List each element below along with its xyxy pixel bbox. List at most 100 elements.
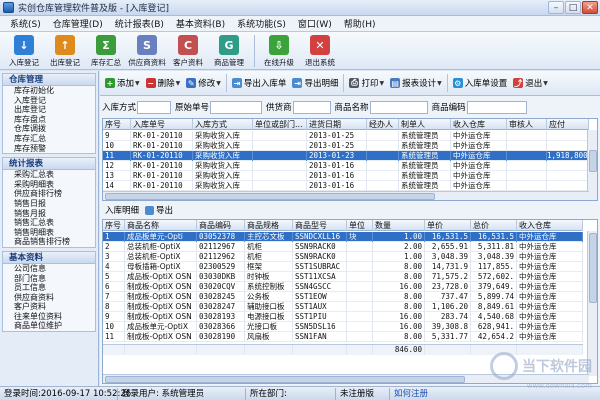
- sidebar-section-header[interactable]: 统计报表: [3, 158, 95, 171]
- action-export-receipt-button[interactable]: ⇥ 导出入库单: [229, 72, 290, 94]
- table-row[interactable]: 1 成品板单元-Opti 03052378 主控芯文板 SSNDCXLL16 块 1.00 1…: [103, 232, 583, 242]
- table-row[interactable]: 5 成品板-OptiX OSN 03030DKB 时钟板 SST11XCSA 8.00 71…: [103, 272, 583, 282]
- maximize-button[interactable]: □: [565, 1, 581, 14]
- column-header[interactable]: 数量: [373, 220, 425, 231]
- table-row[interactable]: 10 RK-01-20110 采购收货入库 2013-01-25 系统管理员 中外运仓库: [103, 141, 589, 151]
- sidebar-item[interactable]: 供应商排行榜: [3, 189, 95, 199]
- table-row[interactable]: 3 总装机柜-OptiX 02112962 机柜 SSN9RACK0 1.00 3,048.…: [103, 252, 583, 262]
- sidebar-item[interactable]: 仓库调拨: [3, 124, 95, 134]
- sidebar-item[interactable]: 员工信息: [3, 283, 95, 293]
- column-header[interactable]: 商品名称: [125, 220, 197, 231]
- sidebar-item[interactable]: 采购明细表: [3, 180, 95, 190]
- table-row[interactable]: 11 制成板-OptiX OSN 03028190 风扇板 SSN1FAN 8.00 5,3…: [103, 332, 583, 342]
- table-row[interactable]: 2 总装机柜-OptiX 02112967 机柜 SSN9RACK0 2.00 2,655.…: [103, 242, 583, 252]
- column-header[interactable]: 序号: [103, 220, 125, 231]
- toolbar-button-stock-summary[interactable]: Σ 库存汇总: [86, 35, 126, 68]
- minimize-button[interactable]: –: [548, 1, 564, 14]
- action-settings-button[interactable]: ⚙ 入库单设置: [450, 72, 511, 94]
- sidebar-section-header[interactable]: 基本资料: [3, 251, 95, 264]
- table-row[interactable]: 8 制成板-OptiX OSN 03028247 辅助接口板 SST1AUX 8.00 1,…: [103, 302, 583, 312]
- action-report-design-button[interactable]: ▤ 报表设计 ▼: [387, 72, 445, 94]
- sidebar-item[interactable]: 销售明细表: [3, 228, 95, 238]
- toolbar-button-goods[interactable]: G 商品管理: [209, 35, 249, 68]
- column-header[interactable]: 商品编码: [197, 220, 245, 231]
- menu-item[interactable]: 仓库管理(D): [47, 17, 109, 30]
- close-button[interactable]: ✕: [582, 1, 598, 14]
- column-header[interactable]: 进货日期: [307, 119, 367, 130]
- column-header[interactable]: 总价: [471, 220, 517, 231]
- table-row[interactable]: 10 成品板单元-OptiX 03028366 光接口板 SSN5DSL16 16.00 3…: [103, 322, 583, 332]
- action-add-button[interactable]: + 添加 ▼: [102, 72, 143, 94]
- column-header[interactable]: 审核人: [507, 119, 547, 130]
- table-row[interactable]: 9 RK-01-20110 采购收货入库 2013-01-25 系统管理员 中外运仓库: [103, 131, 589, 141]
- column-header[interactable]: 入库单号: [131, 119, 193, 130]
- scrollbar-thumb[interactable]: [589, 150, 597, 172]
- column-header[interactable]: 入库方式: [193, 119, 253, 130]
- column-header[interactable]: 收入仓库: [451, 119, 507, 130]
- menu-item[interactable]: 统计报表(B): [109, 17, 170, 30]
- sidebar-item[interactable]: 入库登记: [3, 96, 95, 106]
- table-row[interactable]: 4 母板插箱-OptiX 02300529 框架 SST1SUBRAC 8.00 14,73…: [103, 262, 583, 272]
- filter-input[interactable]: [210, 100, 263, 114]
- table-row[interactable]: 11 RK-01-20110 采购收货入库 2013-01-23 系统管理员 中外运仓库 1…: [103, 151, 589, 161]
- export-button[interactable]: 导出: [142, 204, 176, 216]
- filter-input[interactable]: [369, 100, 428, 114]
- column-header[interactable]: 经办人: [367, 119, 399, 130]
- column-header[interactable]: 应付: [547, 119, 589, 130]
- how-to-register-link[interactable]: 如何注册: [390, 388, 432, 400]
- column-header[interactable]: 单位: [347, 220, 373, 231]
- column-header[interactable]: 收入仓库: [517, 220, 583, 231]
- table-row[interactable]: 9 制成板-OptiX OSN 03028193 电源接口板 SST1PIU 16.00 2…: [103, 312, 583, 322]
- tab-inbound-detail[interactable]: 入库明细: [102, 204, 142, 216]
- sidebar-item[interactable]: 商品销售排行榜: [3, 237, 95, 247]
- toolbar-button-update[interactable]: ⇩ 在线升级: [259, 35, 299, 68]
- sidebar-item[interactable]: 销售月报: [3, 209, 95, 219]
- column-header[interactable]: 单位或部门...: [253, 119, 307, 130]
- action-export-detail-button[interactable]: ⇥ 导出明细: [289, 72, 341, 94]
- toolbar-button-supplier[interactable]: S 供应商资料: [127, 35, 167, 68]
- action-print-button[interactable]: ⎙ 打印 ▼: [346, 72, 387, 94]
- column-header[interactable]: 商品规格: [245, 220, 293, 231]
- sidebar-item[interactable]: 供应商资料: [3, 293, 95, 303]
- sidebar-item[interactable]: 库存初始化: [3, 86, 95, 96]
- scrollbar-thumb[interactable]: [589, 233, 597, 303]
- sidebar-item[interactable]: 库存预警: [3, 144, 95, 154]
- sidebar-item[interactable]: 销售汇总表: [3, 218, 95, 228]
- menu-item[interactable]: 基本资料(B): [170, 17, 231, 30]
- scrollbar-thumb[interactable]: [105, 376, 465, 383]
- menu-item[interactable]: 系统(S): [4, 17, 47, 30]
- horizontal-scrollbar[interactable]: [103, 191, 589, 200]
- sidebar-item[interactable]: 出库登记: [3, 105, 95, 115]
- sidebar-section-header[interactable]: 仓库管理: [3, 74, 95, 86]
- filter-input[interactable]: [466, 100, 527, 114]
- toolbar-button-exit[interactable]: ✕ 退出系统: [300, 35, 340, 68]
- table-row[interactable]: 6 制成板-OptiX OSN 03020CQV 系统控制板 SSN4GSCC 16.00…: [103, 282, 583, 292]
- action-delete-button[interactable]: − 删除 ▼: [143, 72, 184, 94]
- sidebar-item[interactable]: 采购汇总表: [3, 170, 95, 180]
- scrollbar-thumb[interactable]: [105, 193, 435, 200]
- column-header[interactable]: 商品型号: [293, 220, 347, 231]
- menu-item[interactable]: 帮助(H): [338, 17, 382, 30]
- sidebar-item[interactable]: 销售日报: [3, 199, 95, 209]
- action-edit-button[interactable]: ✎ 修改 ▼: [183, 72, 224, 94]
- toolbar-button-customer[interactable]: C 客户资料: [168, 35, 208, 68]
- column-header[interactable]: 序号: [103, 119, 131, 130]
- sidebar-item[interactable]: 商品单位维护: [3, 321, 95, 331]
- column-header[interactable]: 单价: [425, 220, 471, 231]
- menu-item[interactable]: 系统功能(S): [231, 17, 292, 30]
- sidebar-item[interactable]: 库存盘点: [3, 115, 95, 125]
- column-header[interactable]: 制单人: [399, 119, 451, 130]
- sidebar-item[interactable]: 公司信息: [3, 264, 95, 274]
- filter-input[interactable]: [137, 100, 172, 114]
- sidebar-item[interactable]: 库存汇总: [3, 134, 95, 144]
- toolbar-button-inbound[interactable]: ↓ 入库登记: [4, 35, 44, 68]
- action-exit-button[interactable]: ⤴ 退出 ▼: [510, 72, 551, 94]
- vertical-scrollbar[interactable]: [587, 130, 597, 200]
- filter-input[interactable]: [292, 100, 331, 114]
- table-row[interactable]: 14 RK-01-20110 采购收货入库 2013-01-16 系统管理员 中外运仓库: [103, 181, 589, 191]
- table-row[interactable]: 7 制成板-OptiX OSN 03028245 公务板 SST1EOW 8.00 737.…: [103, 292, 583, 302]
- sidebar-item[interactable]: 客户资料: [3, 302, 95, 312]
- table-row[interactable]: 12 RK-01-20110 采购收货入库 2013-01-16 系统管理员 中外运仓库: [103, 161, 589, 171]
- table-row[interactable]: 13 RK-01-20110 采购收货入库 2013-01-16 系统管理员 中外运仓库: [103, 171, 589, 181]
- sidebar-item[interactable]: 部门信息: [3, 274, 95, 284]
